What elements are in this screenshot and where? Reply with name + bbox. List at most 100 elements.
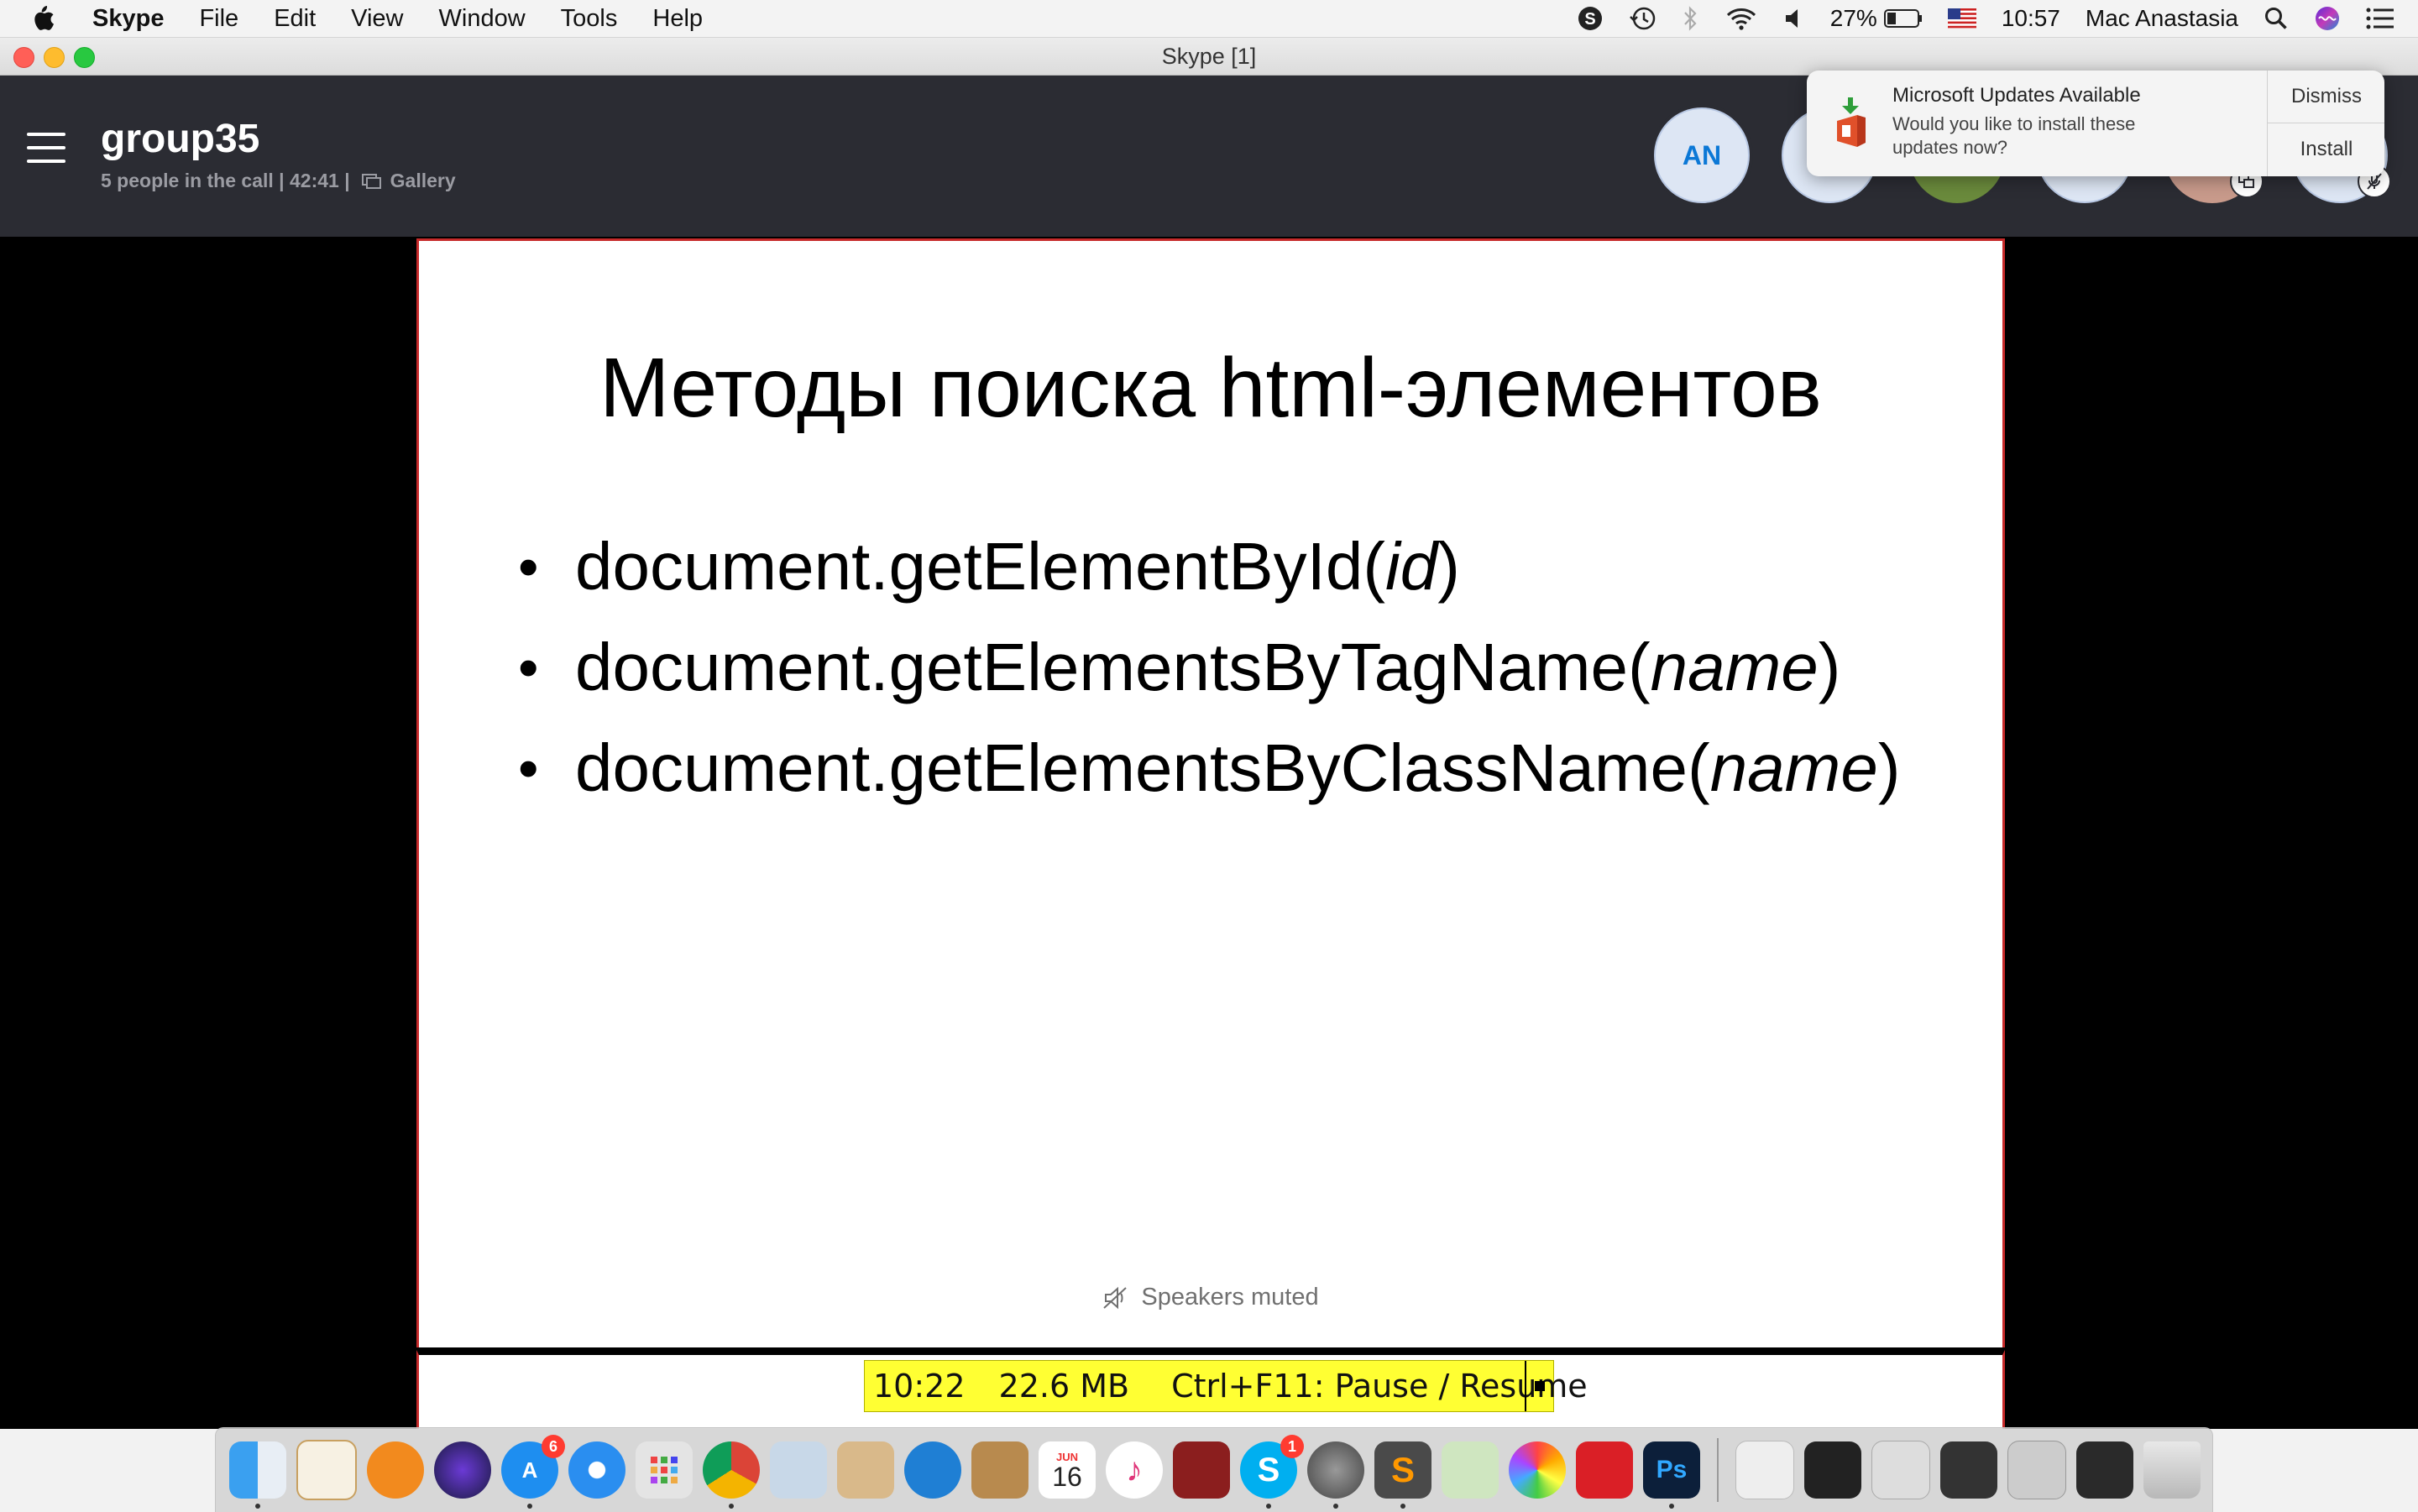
volume-icon[interactable] xyxy=(1783,7,1805,30)
wifi-icon[interactable] xyxy=(1725,6,1758,31)
menu-view[interactable]: View xyxy=(351,5,403,33)
notification-body: Would you like to install these updates … xyxy=(1892,113,2136,158)
notification-title: Microsoft Updates Available xyxy=(1892,84,2141,107)
bullet-param: name xyxy=(1709,730,1878,805)
call-title: group35 xyxy=(101,117,260,161)
svg-text:S: S xyxy=(1584,10,1595,29)
menu-help[interactable]: Help xyxy=(652,5,703,33)
safari-icon[interactable] xyxy=(568,1441,625,1499)
presentation-slide: Методы поиска html-элементов • document.… xyxy=(416,238,2005,1347)
us-flag-icon[interactable] xyxy=(1947,8,1976,29)
bullet-glyph: • xyxy=(518,534,539,599)
dock: A6 JUN 16 ♪ S1 S Ps xyxy=(215,1427,2213,1512)
thunderbird-icon[interactable] xyxy=(904,1441,961,1499)
bullet-close: ) xyxy=(1877,730,1901,805)
bullet-param: id xyxy=(1384,529,1438,604)
minimized-window-thumbnail[interactable] xyxy=(2076,1441,2133,1499)
slide-bullet: • document.getElementById(id) xyxy=(518,526,1900,627)
avatar-initials: AN xyxy=(1682,139,1722,170)
bullet-close: ) xyxy=(1818,630,1841,704)
bullet-glyph: • xyxy=(518,635,539,700)
call-info: 5 people in the call | 42:41 | Gallery xyxy=(101,170,456,192)
notification-center-icon[interactable] xyxy=(2366,7,2394,30)
battery-icon[interactable] xyxy=(1883,8,1923,29)
window-title: Skype [1] xyxy=(1161,44,1257,69)
recorder-stop-button[interactable] xyxy=(1525,1361,1553,1411)
dock-separator xyxy=(1717,1438,1719,1502)
minimized-window-thumbnail[interactable] xyxy=(1735,1441,1794,1499)
speakers-muted-label: Speakers muted xyxy=(1141,1284,1319,1311)
update-notification[interactable]: Microsoft Updates Available Would you li… xyxy=(1807,71,2384,176)
creative-cloud-icon[interactable] xyxy=(1576,1441,1633,1499)
office-update-icon xyxy=(1825,96,1876,149)
menu-tools[interactable]: Tools xyxy=(561,5,618,33)
recorder-time: 10:22 xyxy=(873,1368,966,1405)
slide-title: Методы поиска html-элементов xyxy=(599,341,1822,435)
menu-edit[interactable]: Edit xyxy=(274,5,316,33)
clock[interactable]: 10:57 xyxy=(2002,5,2060,32)
calendar-day: 16 xyxy=(1052,1461,1082,1492)
menu-app-name[interactable]: Skype xyxy=(92,5,164,33)
menu-hamburger-icon[interactable] xyxy=(27,133,65,166)
bullet-text: document.getElementsByTagName( xyxy=(575,630,1651,704)
app-generic-orange-icon[interactable] xyxy=(367,1441,424,1499)
skype-status-icon[interactable]: S xyxy=(1577,5,1604,32)
screen-share-area: Методы поиска html-элементов • document.… xyxy=(0,237,2418,1436)
trash-icon[interactable] xyxy=(2143,1441,2201,1499)
battery-percent: 27% xyxy=(1829,5,1877,31)
speaker-muted-icon xyxy=(1102,1286,1129,1310)
menu-file[interactable]: File xyxy=(199,5,238,33)
call-participants-duration: 5 people in the call | 42:41 | xyxy=(101,170,350,191)
launchpad-icon[interactable] xyxy=(636,1441,693,1499)
slide-bullet: • document.getElementsByClassName(name) xyxy=(518,728,1900,829)
minimized-window-thumbnail[interactable] xyxy=(1804,1441,1861,1499)
bluetooth-icon[interactable] xyxy=(1683,5,1699,32)
install-button[interactable]: Install xyxy=(2268,123,2384,175)
photo-booth-icon[interactable] xyxy=(1173,1441,1230,1499)
bullet-text: document.getElementById( xyxy=(575,529,1385,604)
gallery-icon[interactable] xyxy=(361,173,382,190)
apple-icon[interactable] xyxy=(30,3,60,34)
photos-icon[interactable] xyxy=(1509,1441,1566,1499)
minimized-window-thumbnail[interactable] xyxy=(2007,1441,2066,1499)
recorder-strip: 10:22 22.6 MB Ctrl+F11: Pause / Resume xyxy=(416,1350,2005,1436)
minimized-window-thumbnail[interactable] xyxy=(1871,1441,1930,1499)
chrome-icon[interactable] xyxy=(703,1441,760,1509)
preview-icon[interactable] xyxy=(770,1441,827,1499)
screen-recorder-bar[interactable]: 10:22 22.6 MB Ctrl+F11: Pause / Resume xyxy=(864,1360,1588,1412)
time-machine-icon[interactable] xyxy=(1629,5,1657,32)
skype-icon[interactable]: S1 xyxy=(1240,1435,1304,1509)
pages-icon[interactable] xyxy=(296,1440,357,1500)
notification-actions: Dismiss Install xyxy=(2267,71,2384,176)
spotlight-search-icon[interactable] xyxy=(2264,6,2289,31)
itunes-icon[interactable]: ♪ xyxy=(1106,1441,1163,1499)
participant-avatar[interactable]: AN xyxy=(1651,104,1753,207)
sublime-text-icon[interactable]: S xyxy=(1374,1441,1431,1509)
finder-icon[interactable] xyxy=(229,1441,286,1509)
minimized-window-thumbnail[interactable] xyxy=(1940,1441,1997,1499)
calendar-icon[interactable]: JUN 16 xyxy=(1039,1441,1096,1499)
siri-icon[interactable] xyxy=(2314,5,2341,32)
siri-icon[interactable] xyxy=(434,1441,491,1499)
slide-bullet: • document.getElementsByTagName(name) xyxy=(518,627,1900,728)
contacts-icon[interactable] xyxy=(971,1441,1028,1499)
slide-bullet-list: • document.getElementById(id) • document… xyxy=(518,526,1900,829)
menu-window[interactable]: Window xyxy=(439,5,526,33)
bullet-close: ) xyxy=(1437,529,1460,604)
app-store-icon[interactable]: A6 xyxy=(501,1435,565,1509)
system-preferences-icon[interactable] xyxy=(1307,1441,1364,1509)
gallery-view-toggle[interactable]: Gallery xyxy=(390,170,456,192)
bullet-glyph: • xyxy=(518,735,539,801)
bullet-text: document.getElementsByClassName( xyxy=(575,730,1710,805)
skype-badge: 1 xyxy=(1280,1435,1304,1458)
status-menus: S 27% 10:57 Mac Anastasia xyxy=(1552,0,2394,37)
maps-icon[interactable] xyxy=(1442,1441,1499,1499)
app-store-badge: 6 xyxy=(542,1435,565,1458)
recorder-size: 22.6 MB xyxy=(998,1368,1130,1405)
dismiss-button[interactable]: Dismiss xyxy=(2268,71,2384,123)
photoshop-icon[interactable]: Ps xyxy=(1643,1441,1700,1509)
bullet-param: name xyxy=(1650,630,1819,704)
speakers-muted-status: Speakers muted xyxy=(419,1284,2002,1311)
folder-icon[interactable] xyxy=(837,1441,894,1499)
user-name[interactable]: Mac Anastasia xyxy=(2086,5,2238,32)
